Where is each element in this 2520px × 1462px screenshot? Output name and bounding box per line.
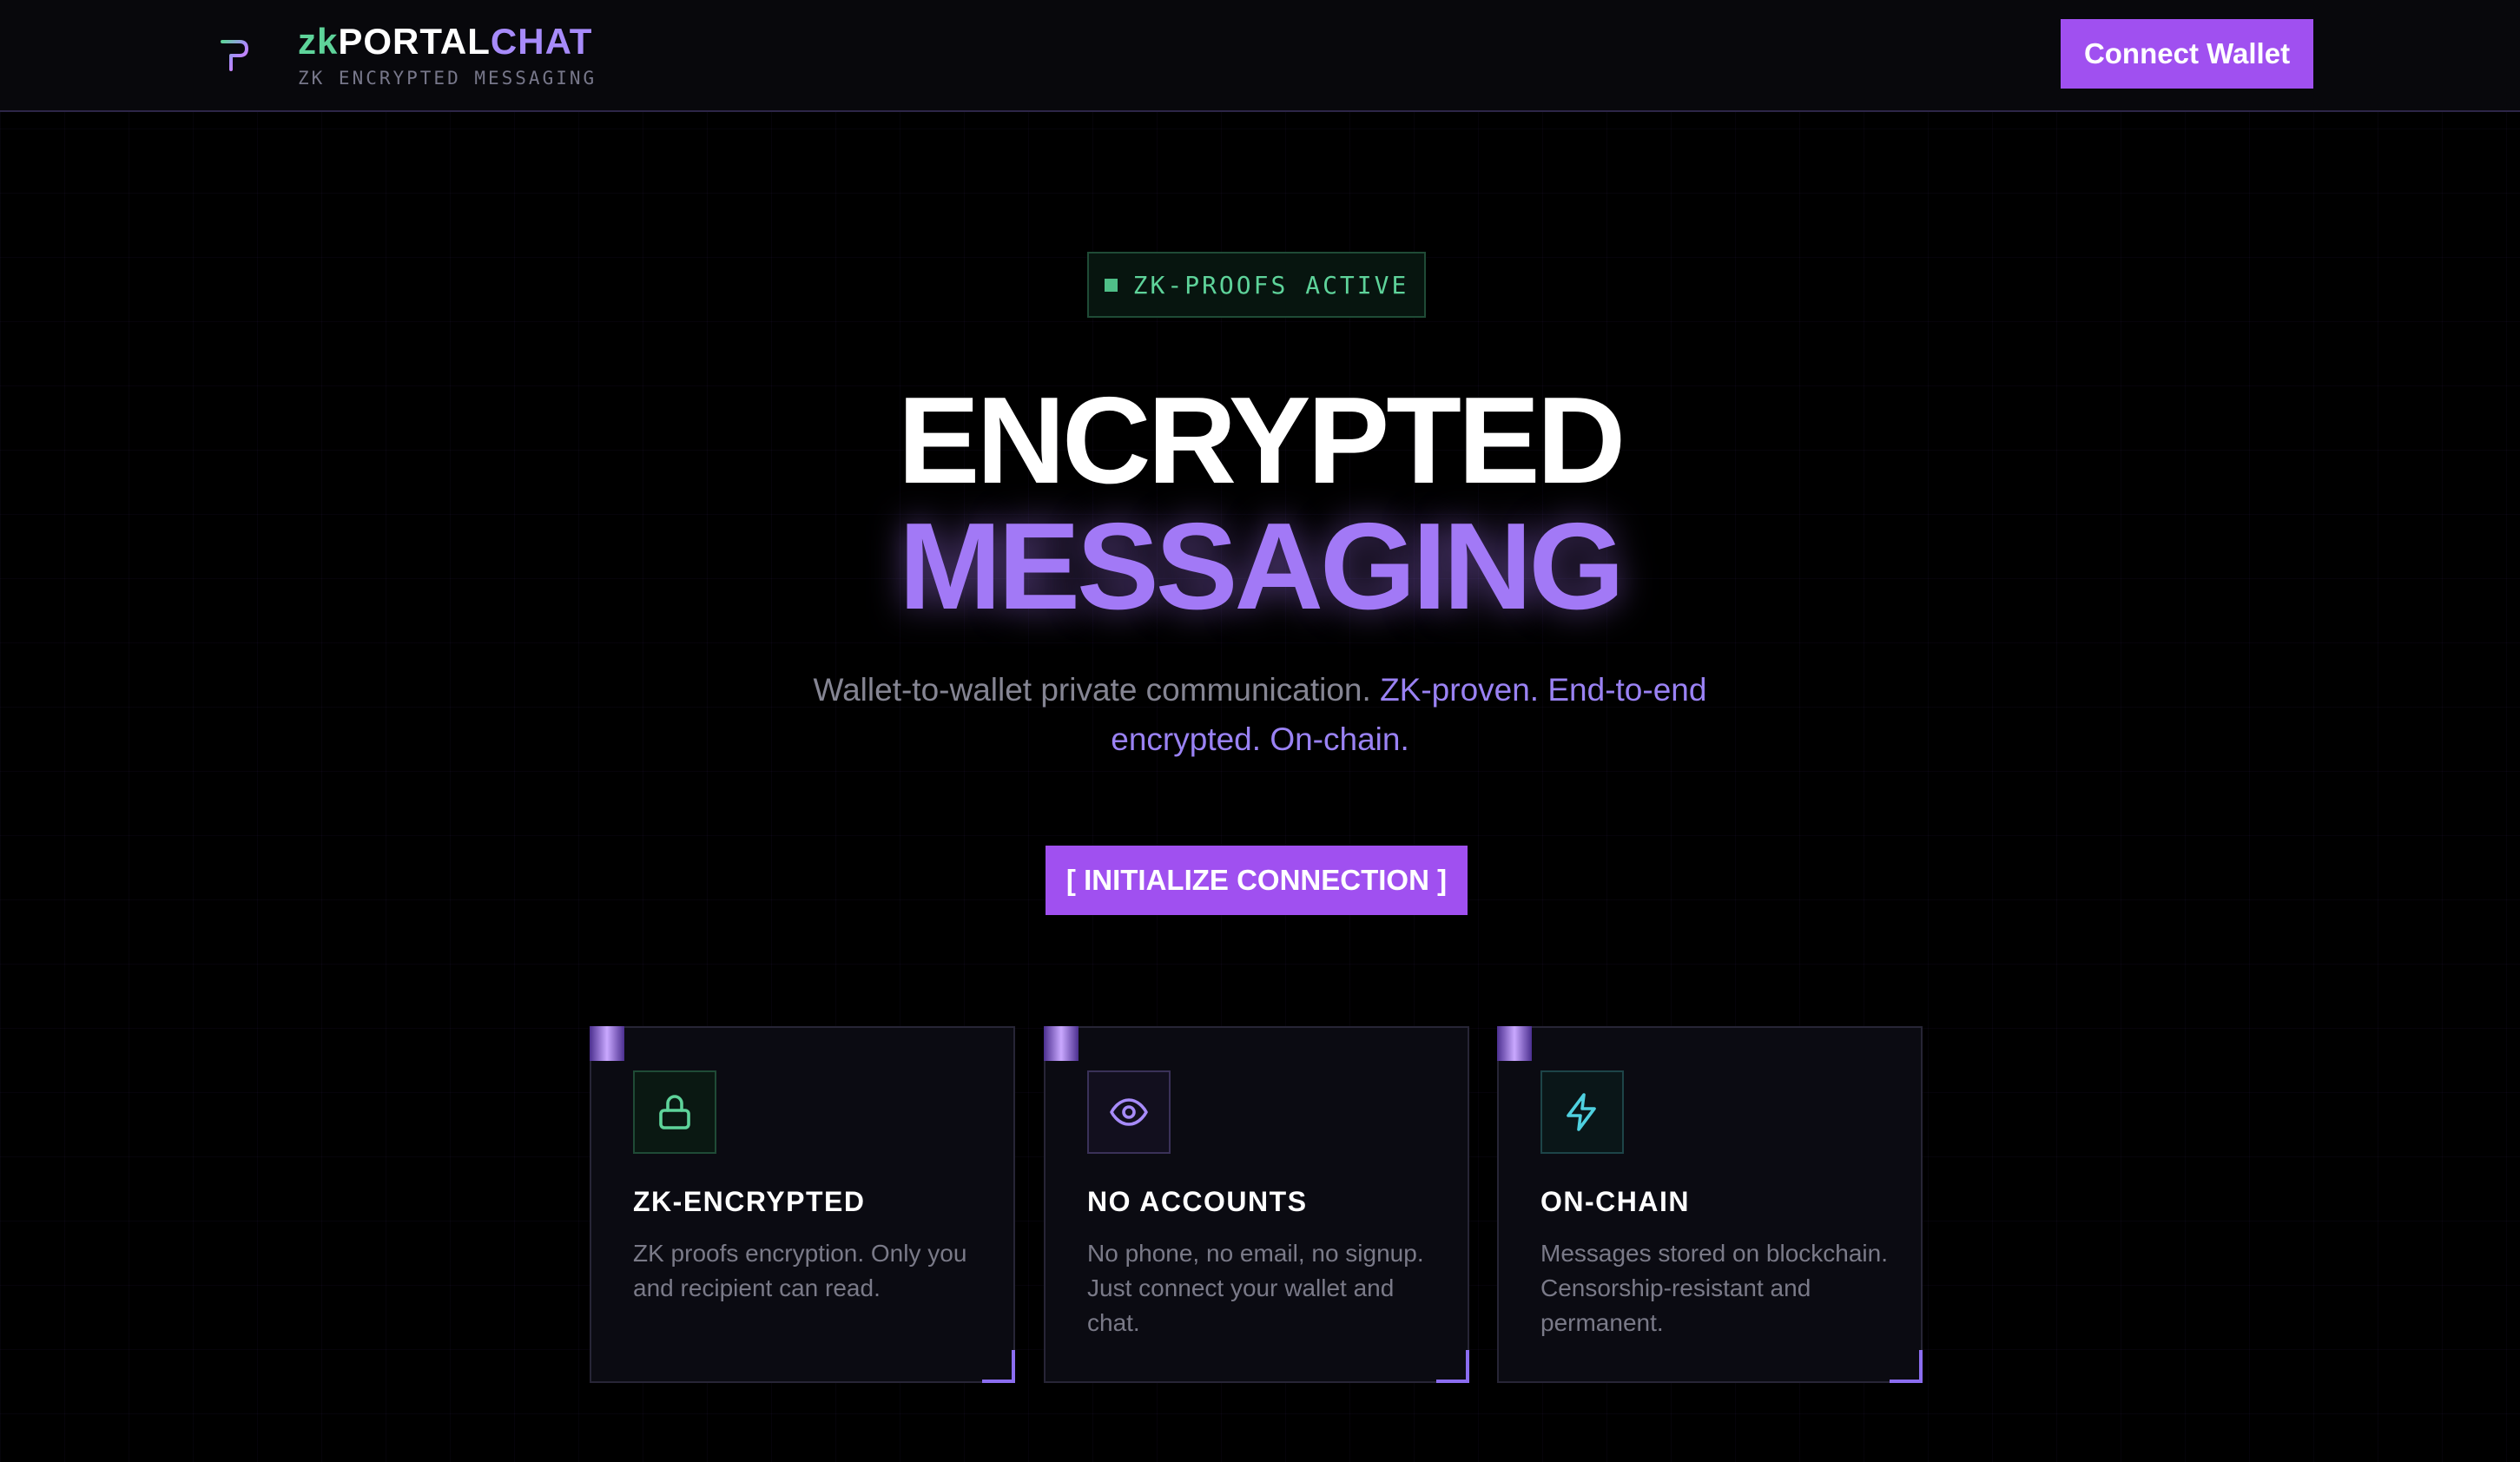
portal-logo-icon[interactable] [219,38,250,73]
feature-card-on-chain: ON-CHAIN Messages stored on blockchain. … [1497,1026,1923,1383]
brand-portal: PORTAL [338,21,491,62]
feature-description: Messages stored on blockchain. Censorshi… [1540,1240,1888,1336]
card-corner-bracket [1890,1350,1923,1383]
feature-title: ZK-ENCRYPTED [633,1186,866,1217]
card-corner-accent [1044,1026,1079,1061]
brand-name[interactable]: zkPORTALCHAT [298,19,592,64]
card-corner-bracket [982,1350,1015,1383]
eye-icon [1110,1098,1148,1126]
brand-tagline: ZK ENCRYPTED MESSAGING [298,68,597,89]
feature-title: NO ACCOUNTS [1087,1186,1308,1217]
lock-icon-box [633,1070,716,1154]
brand-zk: zk [298,21,339,62]
initialize-connection-button[interactable]: [ INITIALIZE CONNECTION ] [1046,846,1468,915]
status-indicator-icon [1104,278,1118,292]
zap-icon [1567,1093,1596,1131]
brand-chat: CHAT [490,21,593,62]
status-text: ZK-PROOFS ACTIVE [1132,270,1409,300]
subtitle-plain: Wallet-to-wallet private communication. [813,672,1371,708]
feature-title: ON-CHAIN [1540,1186,1690,1217]
feature-description: ZK proofs encryption. Only you and recip… [633,1240,967,1301]
card-corner-accent [1497,1026,1532,1061]
hero-title-line2: MESSAGING [899,497,1625,636]
hero-subtitle: Wallet-to-wallet private communication. … [782,665,1738,764]
feature-card-zk-encrypted: ZK-ENCRYPTED ZK proofs encryption. Only … [590,1026,1015,1383]
status-badge: ZK-PROOFS ACTIVE [1087,252,1426,318]
card-corner-bracket [1436,1350,1469,1383]
card-corner-accent [590,1026,624,1061]
feature-card-no-accounts: NO ACCOUNTS No phone, no email, no signu… [1044,1026,1469,1383]
lock-icon [659,1095,690,1129]
zap-icon-box [1540,1070,1624,1154]
eye-icon-box [1087,1070,1171,1154]
top-nav-bar: zkPORTALCHAT ZK ENCRYPTED MESSAGING Conn… [0,0,2520,112]
connect-wallet-button[interactable]: Connect Wallet [2061,19,2313,89]
feature-description: No phone, no email, no signup. Just conn… [1087,1240,1424,1336]
hero-title-line1: ENCRYPTED [897,372,1626,510]
